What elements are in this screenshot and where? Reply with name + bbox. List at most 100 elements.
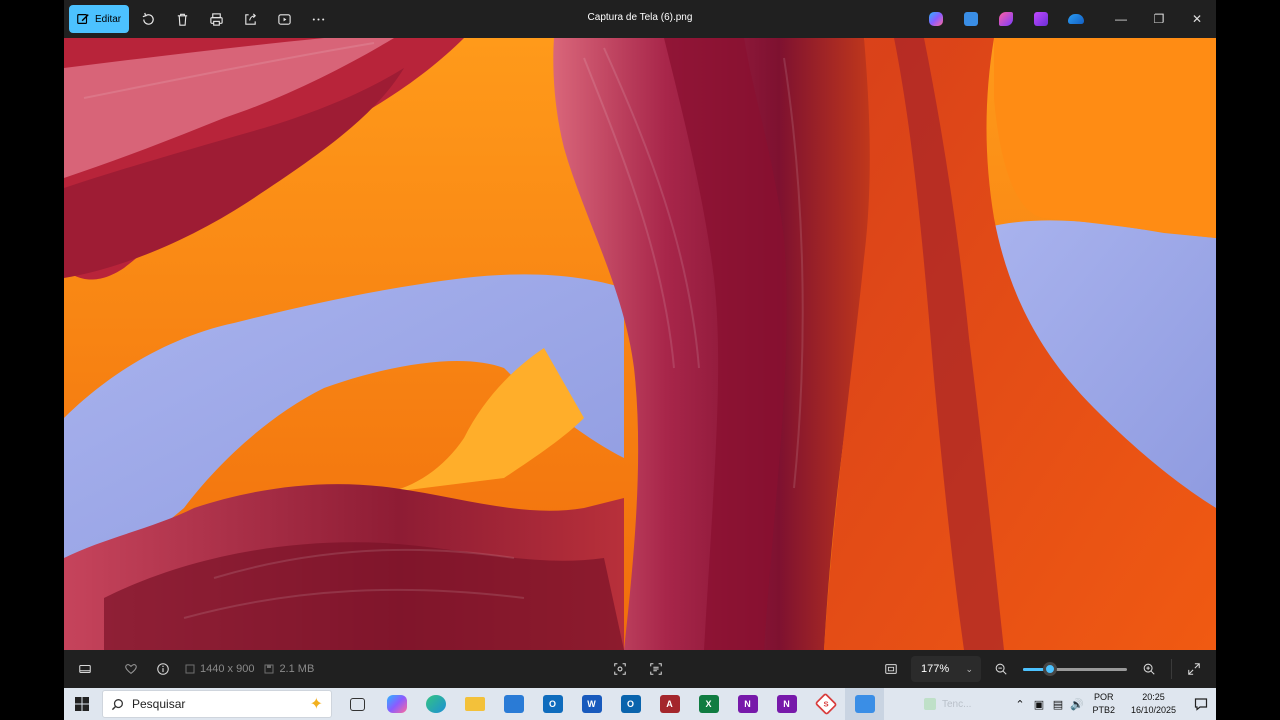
- info-icon[interactable]: [147, 654, 179, 684]
- excel-icon: X: [698, 695, 719, 713]
- search-icon: [111, 698, 123, 710]
- outlook-classic-icon: O: [620, 695, 641, 713]
- photos-window: Editar Captura de Tela (6).png — ❐ ✕ 144…: [64, 0, 1216, 688]
- right-letterbox: [1216, 0, 1280, 720]
- system-tray: ⌃ ▣ ▤ 🔊 POR PTB2 20:25 16/10/2025: [1010, 688, 1216, 720]
- file-explorer-icon: [464, 697, 485, 711]
- language-line2: PTB2: [1092, 705, 1115, 715]
- excel-icon-label: X: [705, 699, 712, 709]
- visual-search-icon[interactable]: [604, 654, 636, 684]
- taskbar-app-app-s[interactable]: S: [806, 688, 845, 720]
- clock[interactable]: 20:25 16/10/2025: [1121, 691, 1186, 717]
- word-icon: W: [581, 695, 602, 713]
- taskbar-search[interactable]: Pesquisar ✦: [102, 690, 332, 718]
- taskbar-ghost-item[interactable]: Tenc...: [904, 688, 974, 720]
- minimize-button[interactable]: —: [1102, 0, 1140, 38]
- photos-edit-icon[interactable]: [955, 5, 987, 33]
- taskbar-app-edge[interactable]: [416, 688, 455, 720]
- outlook-icon: O: [542, 695, 563, 713]
- clipchamp-icon[interactable]: [990, 5, 1022, 33]
- delete-icon[interactable]: [165, 5, 199, 33]
- taskbar-app-onenote[interactable]: N: [728, 688, 767, 720]
- clock-time: 20:25: [1142, 692, 1165, 702]
- onenote-2-icon-label: N: [783, 699, 790, 709]
- ghost-label: Tenc...: [942, 698, 972, 710]
- notification-icon[interactable]: [1186, 688, 1216, 720]
- language-indicator[interactable]: POR PTB2: [1086, 691, 1121, 717]
- search-placeholder: Pesquisar: [132, 697, 186, 711]
- edit-button[interactable]: Editar: [69, 5, 129, 33]
- zoom-out-icon[interactable]: [985, 654, 1017, 684]
- file-size-text: 2.1 MB: [279, 663, 315, 675]
- taskbar-app-excel[interactable]: X: [689, 688, 728, 720]
- task-view-icon: [350, 697, 365, 711]
- fit-to-window-icon[interactable]: [875, 654, 907, 684]
- outlook-classic-icon-label: O: [626, 699, 634, 709]
- copilot-icon[interactable]: [920, 5, 952, 33]
- scan-text-icon[interactable]: [640, 654, 672, 684]
- edit-button-label: Editar: [95, 13, 122, 25]
- photos-icon: [854, 695, 875, 713]
- app-s-icon-label: S: [822, 699, 829, 709]
- taskbar-app-access[interactable]: A: [650, 688, 689, 720]
- taskbar: Pesquisar ✦ O W O A X N N S Tenc... ⌃ ▣ ▤ 🔊 POR…: [64, 688, 1216, 720]
- status-bar: 1440 x 900 2.1 MB 177% ⌄: [64, 650, 1216, 688]
- ghost-app-icon: [924, 698, 936, 710]
- canyon-photo: [64, 38, 1216, 650]
- taskbar-app-task-view[interactable]: [338, 688, 377, 720]
- copilot-icon: [386, 695, 407, 713]
- windows-logo-icon: [75, 697, 89, 711]
- taskbar-app-copilot[interactable]: [377, 688, 416, 720]
- zoom-in-icon[interactable]: [1133, 654, 1165, 684]
- onenote-icon-label: N: [744, 699, 751, 709]
- save-disk-icon: [264, 664, 274, 674]
- taskbar-app-word[interactable]: W: [572, 688, 611, 720]
- word-icon-label: W: [587, 699, 596, 709]
- favorite-icon[interactable]: [115, 654, 147, 684]
- clock-date: 16/10/2025: [1130, 705, 1176, 715]
- taskbar-app-outlook[interactable]: O: [533, 688, 572, 720]
- dimensions-text: 1440 x 900: [200, 663, 255, 675]
- chevron-down-icon: ⌄: [965, 663, 973, 674]
- app-s-icon: S: [814, 692, 837, 716]
- outlook-icon-label: O: [548, 699, 556, 709]
- microsoft-store-icon: [503, 695, 524, 713]
- network-icon[interactable]: ▤: [1048, 698, 1067, 711]
- start-button[interactable]: [64, 688, 100, 720]
- onedrive-icon[interactable]: [1060, 5, 1092, 33]
- image-dimensions: 1440 x 900: [185, 663, 254, 675]
- print-icon[interactable]: [199, 5, 233, 33]
- sparkle-icon: ✦: [309, 696, 323, 713]
- edit-icon: [77, 14, 89, 24]
- photo-canvas[interactable]: [64, 38, 1216, 650]
- fullscreen-icon[interactable]: [1178, 654, 1210, 684]
- restore-button[interactable]: ❐: [1140, 0, 1178, 38]
- taskbar-app-microsoft-store[interactable]: [494, 688, 533, 720]
- taskbar-app-photos[interactable]: [845, 688, 884, 720]
- taskbar-app-outlook-classic[interactable]: O: [611, 688, 650, 720]
- slideshow-icon[interactable]: [267, 5, 301, 33]
- more-icon[interactable]: [301, 5, 335, 33]
- edge-icon: [425, 695, 446, 713]
- zoom-value: 177%: [921, 663, 950, 675]
- statusbar-divider: [1171, 659, 1172, 679]
- designer-icon[interactable]: [1025, 5, 1057, 33]
- volume-icon[interactable]: 🔊: [1067, 698, 1086, 711]
- left-letterbox: [0, 0, 64, 720]
- zoom-slider-thumb[interactable]: [1043, 662, 1058, 676]
- taskbar-apps: OWOAXNNS: [338, 688, 884, 720]
- access-icon-label: A: [666, 699, 673, 709]
- zoom-dropdown[interactable]: 177% ⌄: [911, 656, 981, 682]
- zoom-slider[interactable]: [1023, 661, 1127, 677]
- title-bar: Editar Captura de Tela (6).png — ❐ ✕: [64, 0, 1216, 38]
- chevron-up-icon[interactable]: ⌃: [1010, 698, 1029, 711]
- taskbar-app-onenote-2[interactable]: N: [767, 688, 806, 720]
- taskbar-app-file-explorer[interactable]: [455, 688, 494, 720]
- file-size: 2.1 MB: [264, 663, 314, 675]
- filmstrip-icon[interactable]: [69, 654, 101, 684]
- rotate-icon[interactable]: [131, 5, 165, 33]
- close-button[interactable]: ✕: [1178, 0, 1216, 38]
- share-icon[interactable]: [233, 5, 267, 33]
- onenote-icon: N: [737, 695, 758, 713]
- meet-now-icon[interactable]: ▣: [1029, 698, 1048, 711]
